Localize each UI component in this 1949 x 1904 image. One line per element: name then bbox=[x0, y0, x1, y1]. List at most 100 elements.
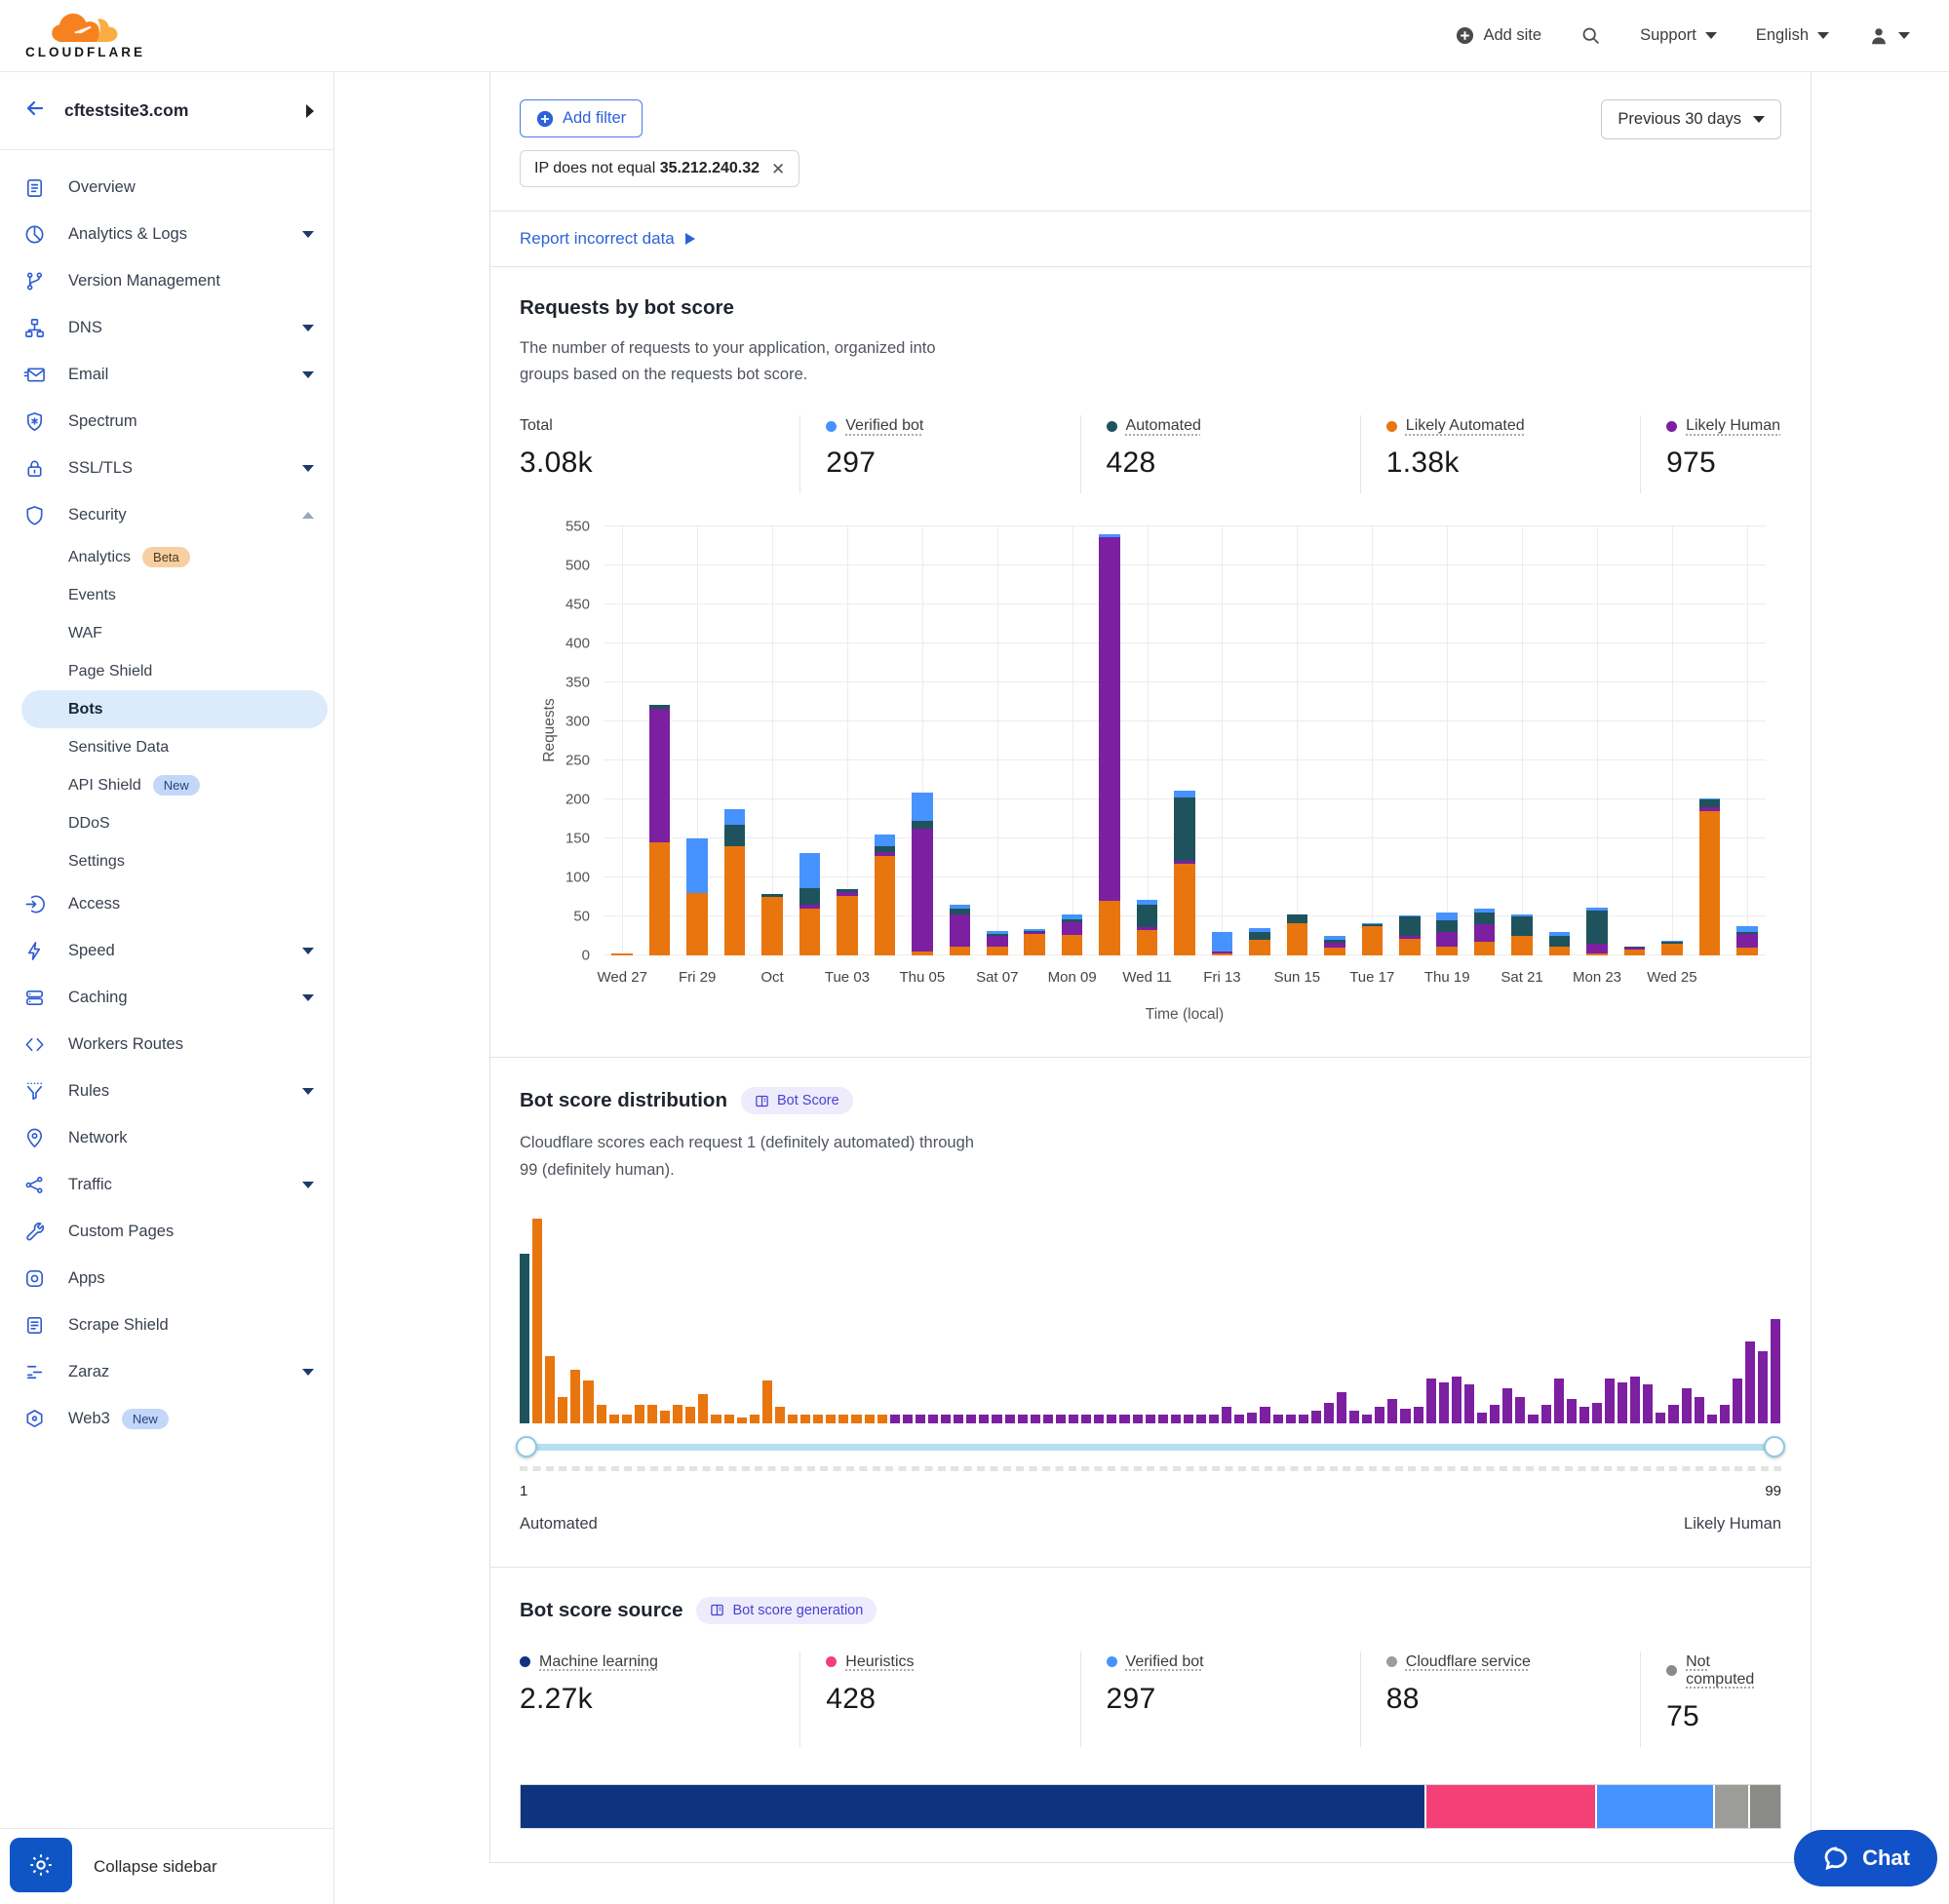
cloudflare-cloud-icon bbox=[50, 12, 122, 45]
filter-chip[interactable]: IP does not equal 35.212.240.32 ✕ bbox=[520, 150, 799, 187]
sidebar-item-version-management[interactable]: Version Management bbox=[0, 257, 333, 304]
sidebar-item-dns[interactable]: DNS bbox=[0, 304, 333, 351]
y-tick-label: 250 bbox=[549, 753, 590, 769]
sidebar-item-apps[interactable]: Apps bbox=[0, 1255, 333, 1302]
chevron-up-icon[interactable] bbox=[302, 512, 314, 519]
report-incorrect-data-link[interactable]: Report incorrect data bbox=[490, 212, 1811, 267]
stat-likely-automated: Likely Automated 1.38k bbox=[1360, 415, 1640, 493]
date-range-dropdown[interactable]: Previous 30 days bbox=[1601, 99, 1781, 139]
sidebar-item-rules[interactable]: Rules bbox=[0, 1068, 333, 1114]
requests-bar-chart: Requests 0501001502002503003504004505005… bbox=[520, 526, 1781, 1024]
sidebar-item-email[interactable]: Email bbox=[0, 351, 333, 398]
histogram-bar bbox=[966, 1415, 976, 1422]
sidebar-item-caching[interactable]: Caching bbox=[0, 974, 333, 1021]
histogram-bar bbox=[1158, 1415, 1168, 1422]
sidebar-item-ssl-tls[interactable]: SSL/TLS bbox=[0, 445, 333, 491]
bar-cell bbox=[1016, 526, 1053, 955]
histogram-bar bbox=[1349, 1411, 1359, 1423]
account-menu[interactable] bbox=[1868, 25, 1910, 47]
close-icon[interactable]: ✕ bbox=[771, 161, 785, 177]
sidebar-subitem-ddos[interactable]: DDoS bbox=[0, 804, 333, 842]
histogram-bar bbox=[1490, 1405, 1500, 1423]
chevron-right-icon[interactable] bbox=[306, 104, 314, 118]
histogram-bar bbox=[1400, 1409, 1410, 1423]
bar-segment bbox=[799, 909, 821, 955]
histogram-bar bbox=[992, 1415, 1001, 1422]
filter-bar: Add filter IP does not equal 35.212.240.… bbox=[490, 72, 1811, 212]
sidebar-subitem-api-shield[interactable]: API Shield New bbox=[0, 766, 333, 804]
histogram-bar bbox=[1695, 1397, 1704, 1423]
sidebar-item-custom-pages[interactable]: Custom Pages bbox=[0, 1208, 333, 1255]
support-menu[interactable]: Support bbox=[1640, 26, 1717, 45]
slider-handle-max[interactable] bbox=[1764, 1436, 1785, 1457]
histogram-bar bbox=[1554, 1379, 1564, 1423]
preferences-button[interactable] bbox=[10, 1838, 72, 1892]
stacked-bar bbox=[912, 793, 933, 955]
slider-handle-min[interactable] bbox=[516, 1436, 537, 1457]
stacked-bar bbox=[1099, 534, 1120, 955]
cloudflare-logo[interactable]: CLOUDFLARE bbox=[25, 12, 145, 59]
y-tick-label: 300 bbox=[549, 714, 590, 730]
shield-icon bbox=[23, 503, 47, 526]
gridline bbox=[1522, 526, 1523, 955]
sidebar-item-overview[interactable]: Overview bbox=[0, 164, 333, 211]
sidebar-subitem-waf[interactable]: WAF bbox=[0, 614, 333, 652]
site-switcher[interactable]: cftestsite3.com bbox=[0, 72, 333, 150]
sidebar-subitem-events[interactable]: Events bbox=[0, 576, 333, 614]
chevron-down-icon[interactable] bbox=[302, 371, 314, 378]
bot-score-generation-badge[interactable]: Bot score generation bbox=[696, 1597, 877, 1624]
chevron-down-icon[interactable] bbox=[302, 325, 314, 331]
search-icon bbox=[1580, 25, 1601, 46]
gridline bbox=[1222, 526, 1223, 955]
slider-track bbox=[524, 1444, 1777, 1451]
histogram-bar bbox=[1579, 1407, 1589, 1423]
x-tick-label: Sun 15 bbox=[1274, 969, 1321, 986]
chevron-down-icon[interactable] bbox=[302, 994, 314, 1001]
histogram-bar bbox=[1107, 1415, 1116, 1422]
sidebar-item-scrape-shield[interactable]: Scrape Shield bbox=[0, 1302, 333, 1348]
sidebar-item-analytics-logs[interactable]: Analytics & Logs bbox=[0, 211, 333, 257]
sidebar-item-workers-routes[interactable]: Workers Routes bbox=[0, 1021, 333, 1068]
bar-segment bbox=[1137, 930, 1158, 955]
add-site-button[interactable]: Add site bbox=[1456, 26, 1541, 45]
bar-segment bbox=[912, 793, 933, 821]
sidebar-item-security[interactable]: Security bbox=[0, 491, 333, 538]
chevron-down-icon[interactable] bbox=[302, 465, 314, 472]
legend-dot bbox=[520, 1656, 530, 1667]
stat-total: Total 3.08k bbox=[520, 415, 799, 493]
histogram-bar bbox=[1133, 1415, 1143, 1422]
sidebar-item-spectrum[interactable]: Spectrum bbox=[0, 398, 333, 445]
sidebar-item-web3[interactable]: Web3 New bbox=[0, 1395, 333, 1442]
chevron-down-icon[interactable] bbox=[302, 1369, 314, 1376]
sidebar-subitem-analytics[interactable]: Analytics Beta bbox=[0, 538, 333, 576]
sidebar-item-network[interactable]: Network bbox=[0, 1114, 333, 1161]
x-tick-label: Sat 21 bbox=[1501, 969, 1542, 986]
bots-panel: Add filter IP does not equal 35.212.240.… bbox=[489, 72, 1812, 1863]
sidebar-item-traffic[interactable]: Traffic bbox=[0, 1161, 333, 1208]
bot-score-badge[interactable]: Bot Score bbox=[741, 1087, 853, 1114]
sidebar-item-zaraz[interactable]: Zaraz bbox=[0, 1348, 333, 1395]
bar-cell: Mon 23 bbox=[1579, 526, 1616, 955]
sidebar-item-speed[interactable]: Speed bbox=[0, 927, 333, 974]
bar-segment bbox=[1062, 922, 1083, 935]
sidebar-subitem-settings[interactable]: Settings bbox=[0, 842, 333, 880]
chevron-down-icon[interactable] bbox=[302, 948, 314, 954]
histogram-bar bbox=[1567, 1399, 1577, 1423]
bar-segment bbox=[1174, 864, 1195, 955]
map-pin-icon bbox=[23, 1126, 47, 1149]
sidebar-subitem-bots[interactable]: Bots bbox=[21, 690, 328, 728]
gear-icon bbox=[27, 1851, 55, 1879]
sidebar-item-access[interactable]: Access bbox=[0, 880, 333, 927]
search-button[interactable] bbox=[1580, 25, 1601, 46]
language-menu[interactable]: English bbox=[1756, 26, 1829, 45]
chevron-down-icon[interactable] bbox=[302, 1182, 314, 1188]
chat-button[interactable]: Chat bbox=[1794, 1830, 1937, 1886]
histogram-bar bbox=[597, 1405, 606, 1423]
histogram-bar bbox=[622, 1415, 632, 1422]
sidebar-subitem-sensitive-data[interactable]: Sensitive Data bbox=[0, 728, 333, 766]
add-filter-button[interactable]: Add filter bbox=[520, 99, 643, 137]
back-arrow-icon[interactable] bbox=[23, 97, 47, 125]
chevron-down-icon[interactable] bbox=[302, 1088, 314, 1095]
sidebar-subitem-page-shield[interactable]: Page Shield bbox=[0, 652, 333, 690]
chevron-down-icon[interactable] bbox=[302, 231, 314, 238]
